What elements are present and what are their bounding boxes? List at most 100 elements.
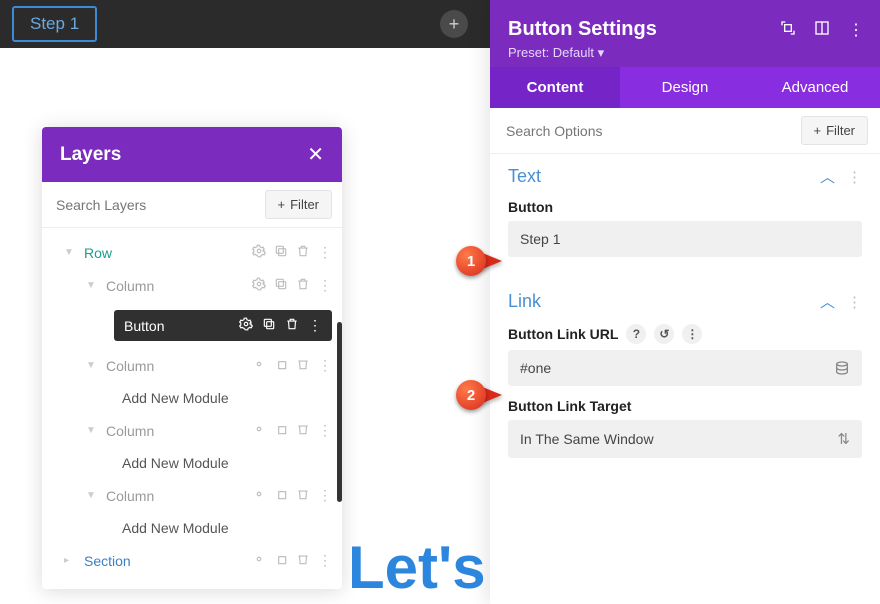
chevron-down-icon[interactable]: ▼ [86, 490, 100, 501]
gear-icon[interactable] [239, 317, 253, 334]
more-icon[interactable]: ⋮ [848, 20, 864, 40]
layer-row-column[interactable]: ▼ Column ⋮ [42, 269, 342, 302]
add-section-button[interactable]: + [440, 10, 468, 38]
more-icon[interactable]: ⋮ [318, 487, 332, 504]
trash-icon[interactable] [296, 357, 310, 374]
more-icon[interactable]: ⋮ [318, 422, 332, 439]
more-icon[interactable]: ⋮ [847, 293, 862, 311]
duplicate-icon[interactable] [274, 487, 288, 504]
chevron-down-icon[interactable]: ▼ [86, 425, 100, 436]
more-icon[interactable]: ⋮ [318, 244, 332, 261]
add-module-row[interactable]: Add New Module [42, 447, 342, 479]
breadcrumb-step[interactable]: Step 1 [12, 6, 97, 42]
layer-label: Column [106, 423, 246, 439]
add-module-row[interactable]: Add New Module [42, 382, 342, 414]
more-icon[interactable]: ⋮ [318, 552, 332, 569]
trash-icon[interactable] [296, 552, 310, 569]
settings-filter-button[interactable]: + Filter [801, 116, 868, 145]
chevron-down-icon[interactable]: ▼ [64, 247, 78, 258]
layers-search-input[interactable] [52, 191, 265, 219]
layer-label: Button [124, 318, 229, 334]
settings-tabs: Content Design Advanced [490, 67, 880, 108]
layer-row-row[interactable]: ▼ Row ⋮ [42, 236, 342, 269]
more-icon[interactable]: ⋮ [847, 168, 862, 186]
more-icon[interactable]: ⋮ [682, 324, 702, 344]
page-heading-partial: Let's [348, 533, 486, 602]
layer-row-column[interactable]: ▼ Column ⋮ [42, 479, 342, 512]
settings-title: Button Settings [508, 18, 657, 41]
field-button-text: Button Step 1 [490, 191, 880, 261]
trash-icon[interactable] [285, 317, 299, 334]
chevron-down-icon[interactable]: ▼ [86, 360, 100, 371]
more-icon[interactable]: ⋮ [318, 277, 332, 294]
close-icon[interactable]: ✕ [307, 142, 324, 167]
add-module-row[interactable]: Add New Module [42, 512, 342, 544]
layer-row-button[interactable]: Button ⋮ [42, 302, 342, 349]
link-url-input[interactable]: #one [508, 350, 862, 386]
layers-search-bar: + Filter [42, 182, 342, 228]
chevron-down-icon: ▾ [598, 45, 605, 60]
row-actions: ⋮ [252, 244, 332, 261]
gear-icon[interactable] [252, 244, 266, 261]
field-label: Button [508, 199, 862, 215]
more-icon[interactable]: ⋮ [318, 357, 332, 374]
more-icon[interactable]: ⋮ [308, 317, 322, 334]
duplicate-icon[interactable] [274, 244, 288, 261]
trash-icon[interactable] [296, 244, 310, 261]
gear-icon[interactable] [252, 552, 266, 569]
annotation-marker-1: 1 [456, 244, 506, 278]
gear-icon[interactable] [252, 422, 266, 439]
layer-row-section[interactable]: ▸ Section ⋮ [42, 544, 342, 577]
section-title: Link [508, 291, 541, 312]
layer-row-column[interactable]: ▼ Column ⋮ [42, 349, 342, 382]
link-target-select[interactable]: In The Same Window ⇅ [508, 420, 862, 458]
layers-panel: Layers ✕ + Filter ▼ Row ⋮ ▼ Column [42, 127, 342, 589]
layer-label: Column [106, 278, 246, 294]
trash-icon[interactable] [296, 487, 310, 504]
tab-content[interactable]: Content [490, 67, 620, 108]
tab-design[interactable]: Design [620, 67, 750, 108]
annotation-marker-2: 2 [456, 378, 506, 412]
chevron-down-icon[interactable]: ▼ [86, 280, 100, 291]
section-link-head[interactable]: Link ︿ ⋮ [490, 279, 880, 316]
plus-icon: + [814, 123, 822, 138]
layers-filter-button[interactable]: + Filter [265, 190, 332, 219]
chevron-right-icon[interactable]: ▸ [64, 555, 78, 566]
settings-search-input[interactable] [502, 117, 801, 145]
duplicate-icon[interactable] [274, 552, 288, 569]
duplicate-icon[interactable] [262, 317, 276, 334]
help-icon[interactable]: ? [626, 324, 646, 344]
gear-icon[interactable] [252, 357, 266, 374]
field-link-target: Button Link Target In The Same Window ⇅ [490, 390, 880, 462]
gear-icon[interactable] [252, 277, 266, 294]
layer-label: Column [106, 488, 246, 504]
gear-icon[interactable] [252, 487, 266, 504]
trash-icon[interactable] [296, 277, 310, 294]
layer-label: Section [84, 553, 246, 569]
layout-icon[interactable] [814, 20, 830, 40]
select-arrows-icon: ⇅ [837, 430, 850, 448]
tab-advanced[interactable]: Advanced [750, 67, 880, 108]
duplicate-icon[interactable] [274, 422, 288, 439]
layer-row-column[interactable]: ▼ Column ⋮ [42, 414, 342, 447]
button-text-input[interactable]: Step 1 [508, 221, 862, 257]
plus-icon: + [278, 197, 286, 212]
filter-label: Filter [290, 197, 319, 212]
row-actions: ⋮ [252, 277, 332, 294]
section-text-head[interactable]: Text ︿⋮ [490, 154, 880, 191]
duplicate-icon[interactable] [274, 277, 288, 294]
layers-header: Layers ✕ [42, 127, 342, 182]
trash-icon[interactable] [296, 422, 310, 439]
duplicate-icon[interactable] [274, 357, 288, 374]
preset-label[interactable]: Preset: Default ▾ [508, 45, 864, 61]
chevron-up-icon[interactable]: ︿ [820, 291, 835, 312]
layer-label: Row [84, 245, 246, 261]
settings-search-bar: + Filter [490, 108, 880, 154]
field-label: Button Link Target [508, 398, 862, 414]
expand-icon[interactable] [780, 20, 796, 40]
dynamic-content-icon[interactable] [834, 360, 850, 376]
chevron-up-icon[interactable]: ︿ [820, 166, 835, 187]
reset-icon[interactable]: ↺ [654, 324, 674, 344]
layer-label: Column [106, 358, 246, 374]
settings-panel: Button Settings ⋮ Preset: Default ▾ Cont… [490, 0, 880, 604]
